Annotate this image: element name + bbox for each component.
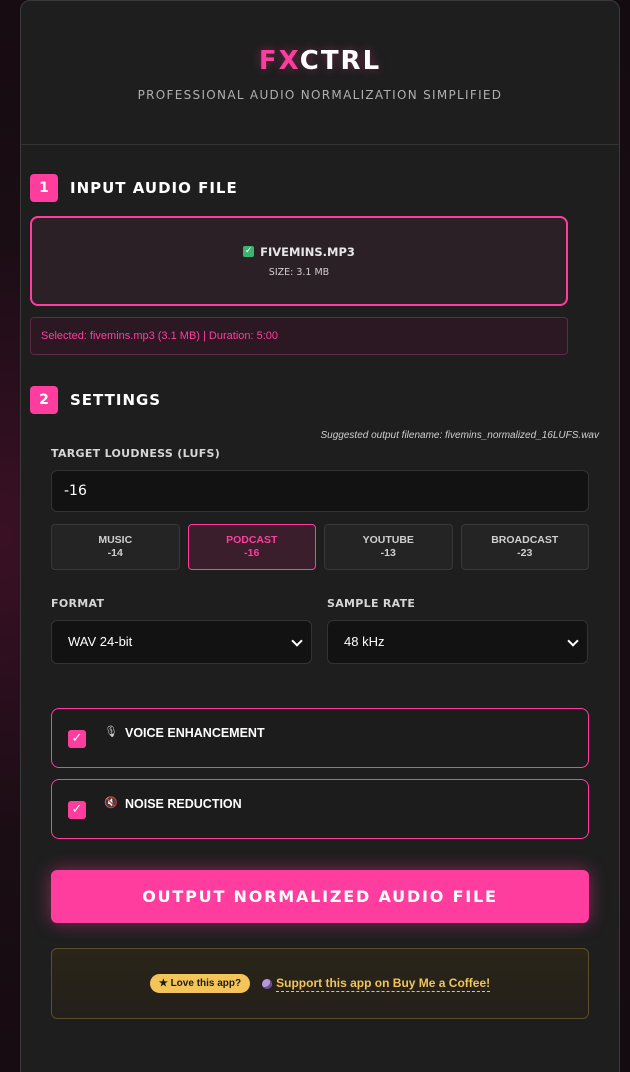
loudness-presets: MUSIC -14 PODCAST -16 YOUTUBE -13 BROADC… <box>51 524 589 570</box>
output-normalized-button[interactable]: OUTPUT NORMALIZED AUDIO FILE <box>51 870 589 923</box>
voice-enhancement-label: VOICE ENHANCEMENT <box>125 726 265 740</box>
noise-reduction-label: NOISE REDUCTION <box>125 797 242 811</box>
format-select[interactable]: WAV 24-bit <box>51 620 312 664</box>
settings-section-title: 2 SETTINGS <box>30 386 161 414</box>
noise-reduction-option[interactable]: ✓ 🔇 NOISE REDUCTION <box>51 779 589 839</box>
chevron-down-icon <box>567 635 579 647</box>
app-tagline: PROFESSIONAL AUDIO NORMALIZATION SIMPLIF… <box>137 88 503 102</box>
preset-broadcast[interactable]: BROADCAST -23 <box>460 524 589 570</box>
selected-file-info: Selected: fivemins.mp3 (3.1 MB) | Durati… <box>30 317 568 355</box>
step-number-1: 1 <box>30 174 58 202</box>
support-banner: ★ Love this app? Support this app on Buy… <box>51 948 589 1019</box>
voice-enhancement-option[interactable]: ✓ 🎙 VOICE ENHANCEMENT <box>51 708 589 768</box>
love-badge: ★ Love this app? <box>149 974 251 993</box>
preset-youtube[interactable]: YOUTUBE -13 <box>324 524 453 570</box>
input-section-label: INPUT AUDIO FILE <box>70 179 238 197</box>
app-logo: FXCTRL <box>258 46 382 76</box>
chevron-down-icon <box>291 635 303 647</box>
suggested-filename: Suggested output filename: fivemins_norm… <box>320 430 600 441</box>
settings-section-label: SETTINGS <box>70 391 162 409</box>
check-icon: ✓ <box>243 246 255 257</box>
coffee-coin-icon <box>262 978 273 989</box>
format-label: FORMAT <box>51 597 105 610</box>
target-loudness-label: TARGET LOUDNESS (LUFS) <box>51 447 221 460</box>
noise-reduction-checkbox[interactable]: ✓ <box>68 801 86 819</box>
file-dropzone[interactable]: ✓ FIVEMINS.MP3 SIZE: 3.1 MB <box>30 216 568 306</box>
buy-me-coffee: Support this app on Buy Me a Coffee! <box>262 976 491 992</box>
target-loudness-input[interactable]: -16 <box>51 470 589 512</box>
step-number-2: 2 <box>30 386 58 414</box>
input-section-title: 1 INPUT AUDIO FILE <box>30 174 238 202</box>
speaker-muted-icon: 🔇 <box>104 796 118 809</box>
selected-file-name: ✓ FIVEMINS.MP3 <box>243 244 355 259</box>
selected-file-size: SIZE: 3.1 MB <box>268 266 330 278</box>
buy-me-coffee-link[interactable]: Support this app on Buy Me a Coffee! <box>276 976 491 992</box>
sample-rate-select[interactable]: 48 kHz <box>327 620 588 664</box>
preset-podcast[interactable]: PODCAST -16 <box>187 524 316 570</box>
app-header: FXCTRL PROFESSIONAL AUDIO NORMALIZATION … <box>21 1 619 145</box>
microphone-icon: 🎙 <box>104 725 118 738</box>
sample-rate-label: SAMPLE RATE <box>327 597 416 610</box>
voice-enhancement-checkbox[interactable]: ✓ <box>68 730 86 748</box>
preset-music[interactable]: MUSIC -14 <box>51 524 180 570</box>
